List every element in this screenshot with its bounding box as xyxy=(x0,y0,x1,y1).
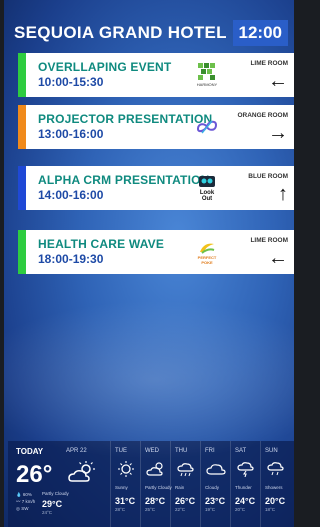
event-color-bar xyxy=(18,166,26,210)
svg-text:POKE: POKE xyxy=(201,260,213,265)
forecast-day: SAT Thunder 24°C 20°C xyxy=(230,441,261,527)
event-name: HEALTH CARE WAVE xyxy=(38,237,165,251)
today-date: APR 22 xyxy=(66,448,87,454)
room-label: LIME ROOM xyxy=(250,60,288,67)
day-name: TUE xyxy=(115,448,127,454)
day-condition: Showers xyxy=(265,485,283,490)
thunder-icon xyxy=(237,462,254,477)
svg-text:HARMONY: HARMONY xyxy=(197,82,218,87)
partly-cloudy-icon xyxy=(146,462,163,476)
uv-value: SW xyxy=(21,506,29,511)
day-lo: 22°C xyxy=(175,507,186,512)
today-humidity: 💧 60% xyxy=(16,492,32,497)
forecast-day: SUN Showers 20°C 18°C xyxy=(260,441,291,527)
event-name: ALPHA CRM PRESENTATION xyxy=(38,173,210,187)
rain-icon xyxy=(177,463,194,477)
room-label: ORANGE ROOM xyxy=(237,112,288,119)
svg-text:Out: Out xyxy=(202,196,212,202)
event-card[interactable]: ALPHA CRM PRESENTATION 14:00-16:00 Look … xyxy=(18,166,294,210)
today-temp: 26° xyxy=(16,461,53,488)
event-name: PROJECTOR PRESENTATION xyxy=(38,112,213,126)
event-color-bar xyxy=(18,53,26,97)
showers-icon xyxy=(267,462,284,476)
today-wind: 〰 7 km/h xyxy=(16,499,36,504)
day-lo: 18°C xyxy=(265,507,276,512)
today-label: TODAY xyxy=(16,447,44,456)
event-name: OVERLLAPING EVENT xyxy=(38,60,172,74)
sun-icon xyxy=(118,461,134,477)
day-condition: Thunder xyxy=(235,485,252,490)
event-color-bar xyxy=(18,230,26,274)
day-name: SUN xyxy=(265,448,278,454)
signage-screen: SEQUOIA GRAND HOTEL 12:00 OVERLLAPING EV… xyxy=(4,0,294,527)
day-name: WED xyxy=(145,448,159,454)
arrow-right-icon: → xyxy=(268,122,288,144)
today-lo: 24°C xyxy=(42,510,53,515)
event-time: 18:00-19:30 xyxy=(38,252,104,266)
day-name: FRI xyxy=(205,448,215,454)
event-time: 14:00-16:00 xyxy=(38,188,104,202)
day-condition: Rain xyxy=(175,485,185,490)
day-hi: 23°C xyxy=(205,496,226,506)
look-out-logo-icon: Look Out xyxy=(199,176,215,202)
day-lo: 19°C xyxy=(205,507,216,512)
day-lo: 28°C xyxy=(115,507,126,512)
room-label: BLUE ROOM xyxy=(248,173,288,180)
forecast-day: THU Rain 26°C 22°C xyxy=(170,441,201,527)
event-card[interactable]: OVERLLAPING EVENT 10:00-15:30 HARMONY LI… xyxy=(18,53,294,97)
wind-value: 7 km/h xyxy=(21,499,36,504)
event-card[interactable]: HEALTH CARE WAVE 18:00-19:30 PERFECT POK… xyxy=(18,230,294,274)
header: SEQUOIA GRAND HOTEL 12:00 xyxy=(14,20,288,46)
event-time: 10:00-15:30 xyxy=(38,75,104,89)
day-lo: 20°C xyxy=(235,507,246,512)
day-condition: Sunny xyxy=(115,485,128,490)
event-card[interactable]: PROJECTOR PRESENTATION 13:00-16:00 ORANG… xyxy=(18,105,294,149)
partly-cloudy-icon xyxy=(68,461,95,482)
arrow-left-icon: ← xyxy=(268,70,288,92)
day-lo: 25°C xyxy=(145,507,156,512)
room-label: LIME ROOM xyxy=(250,237,288,244)
day-hi: 24°C xyxy=(235,496,256,506)
arrow-left-icon: ← xyxy=(268,247,288,269)
event-color-bar xyxy=(18,105,26,149)
perfect-poke-logo-icon: PERFECT POKE xyxy=(198,243,217,265)
today-condition: Partly Cloudy xyxy=(42,491,69,496)
day-condition: Cloudy xyxy=(205,485,220,490)
today-hi: 29°C xyxy=(42,499,63,509)
today-uv: ◎ SW xyxy=(16,506,29,511)
humidity-value: 60% xyxy=(22,492,32,497)
harmony-logo-icon: HARMONY xyxy=(197,63,218,87)
weather-today: TODAY APR 22 26° 💧 60% 〰 7 km/h ◎ SW Par… xyxy=(8,441,110,527)
weather-panel: TODAY APR 22 26° 💧 60% 〰 7 km/h ◎ SW Par… xyxy=(8,441,294,527)
day-hi: 20°C xyxy=(265,496,286,506)
day-hi: 31°C xyxy=(115,496,136,506)
day-name: SAT xyxy=(235,448,247,454)
forecast-day: FRI Cloudy 23°C 19°C xyxy=(200,441,231,527)
day-name: THU xyxy=(175,448,188,454)
infinity-logo-icon xyxy=(196,120,218,134)
arrow-up-icon: ↑ xyxy=(278,183,288,205)
day-hi: 26°C xyxy=(175,496,196,506)
forecast-day: TUE Sunny 31°C 28°C xyxy=(110,441,141,527)
day-hi: 28°C xyxy=(145,496,166,506)
hotel-name: SEQUOIA GRAND HOTEL xyxy=(14,23,227,42)
event-time: 13:00-16:00 xyxy=(38,127,104,141)
clock: 12:00 xyxy=(232,20,288,46)
day-condition: Partly Cloudy xyxy=(145,485,172,490)
cloud-icon xyxy=(206,464,226,475)
forecast-day: WED Partly Cloudy 28°C 25°C xyxy=(140,441,172,527)
